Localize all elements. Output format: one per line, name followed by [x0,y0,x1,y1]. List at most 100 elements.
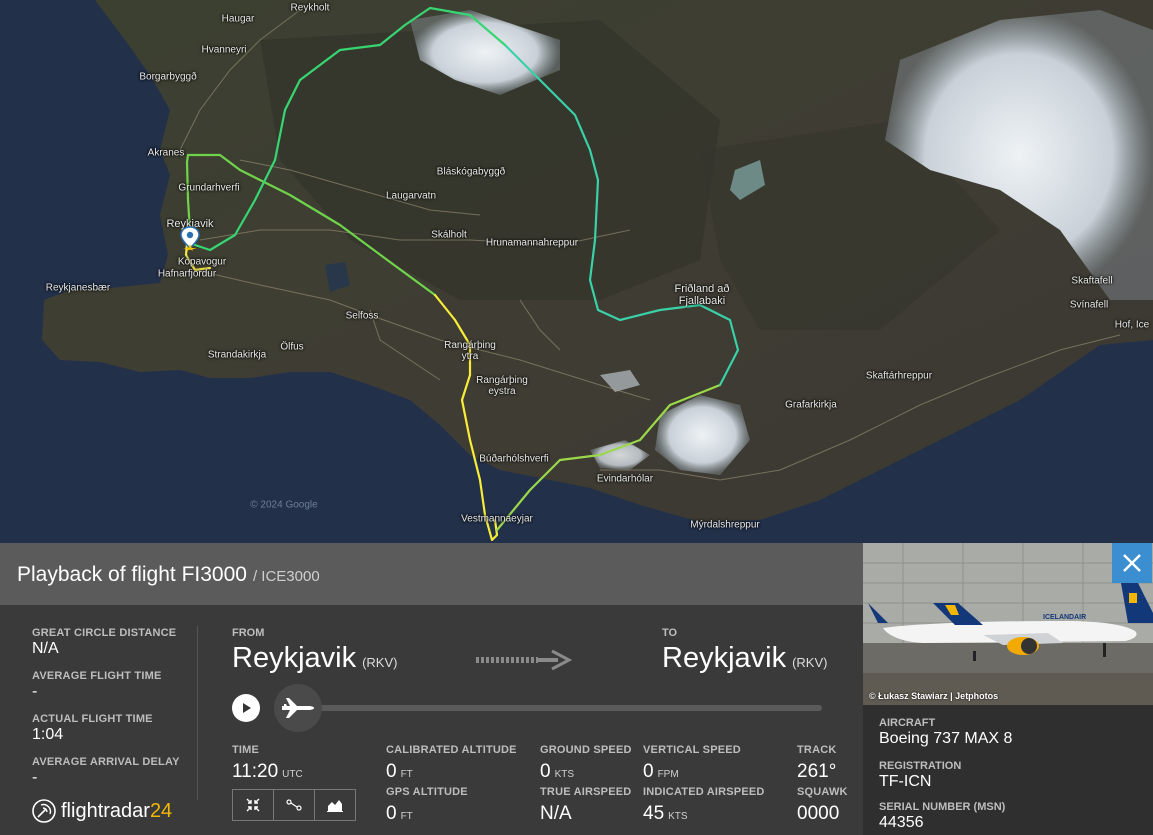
place-label: Vestmannaeyjar [461,513,533,525]
map-copyright: © 2024 Google [250,499,318,511]
serial-number-label: SERIAL NUMBER (MSN) [879,801,1006,813]
place-label: Hafnarfjordur [157,268,217,280]
vertical-speed-unit: FPM [657,769,679,780]
origin-code: (RKV) [362,655,398,670]
squawk-label: SQUAWK [797,786,848,798]
place-label: Haugar [221,13,255,25]
aircraft-photo[interactable]: ICELANDAIR © Łukasz Stawiarz | Jetphotos [863,543,1153,705]
place-label: Hof, Ice [1114,319,1150,331]
place-label: Reykjanesbær [45,282,111,294]
calibrated-altitude-unit: FT [400,769,413,780]
place-label: Borgarbyggð [139,71,197,83]
origin-city-name: Reykjavik [232,642,357,674]
true-airspeed-value: N/A [540,803,572,824]
place-label: Hvanneyri [201,44,247,56]
great-circle-label: GREAT CIRCLE DISTANCE [32,627,177,639]
vertical-speed-value: 0 [643,761,654,782]
place-label: Friðland að Fjallabaki [674,283,730,307]
place-label: Akranes [147,147,185,159]
place-label: Rangárþing eystra [476,375,528,397]
time-label: TIME [232,744,260,756]
airplane-icon [282,698,314,718]
indicated-airspeed-label: INDICATED AIRSPEED [643,786,765,798]
place-label: Mýrdalshreppur [690,519,760,531]
area-chart-icon [327,800,343,812]
flight-title: Playback of flight FI3000 [17,563,247,586]
close-button[interactable] [1112,543,1152,583]
ground-speed-value: 0 [540,761,551,782]
avg-arrival-delay-value: - [32,769,38,786]
to-label: TO [662,627,678,639]
gps-altitude-unit: FT [400,811,413,822]
place-label: Laugarvatn [385,190,437,202]
time-value: 11:20 [232,761,279,782]
true-airspeed-label: TRUE AIRSPEED [540,786,632,798]
route-view-button[interactable] [273,789,315,821]
vertical-speed-label: VERTICAL SPEED [643,744,741,756]
indicated-airspeed-value: 45 [643,803,665,824]
route-path-icon [286,799,302,811]
gps-altitude-readout: 0 FT [386,803,413,825]
calibrated-altitude-label: CALIBRATED ALTITUDE [386,744,517,756]
callsign: / ICE3000 [252,568,320,585]
brand-name: flightradar24 [61,800,172,823]
aircraft-label: AIRCRAFT [879,717,936,729]
flightradar24-logo: flightradar24 [32,799,172,823]
flight-info-panel: Playback of flight FI3000 / ICE3000 GREAT… [0,543,863,835]
aircraft-photo-image: ICELANDAIR [863,543,1153,705]
indicated-airspeed-readout: 45 KTS [643,803,688,825]
actual-flight-time-label: ACTUAL FLIGHT TIME [32,713,153,725]
divider [197,626,198,800]
place-label: Grafarkirkja [785,399,837,411]
origin-city: Reykjavik (RKV) [232,642,397,675]
close-icon [1123,554,1141,572]
place-label: Bláskógabyggð [436,166,506,178]
avg-arrival-delay-label: AVERAGE ARRIVAL DELAY [32,756,180,768]
avg-flight-time-label: AVERAGE FLIGHT TIME [32,670,162,682]
flight-map[interactable]: Haugar Reykholt Hvanneyri Borgarbyggð Ak… [0,0,1153,545]
gps-altitude-label: GPS ALTITUDE [386,786,468,798]
destination-city-name: Reykjavik [662,642,787,674]
collapse-arrows-icon [246,798,260,812]
from-label: FROM [232,627,265,639]
serial-number-value: 44356 [879,814,924,831]
calibrated-altitude-value: 0 [386,761,397,782]
location-pin-icon [180,226,200,251]
track-label: TRACK [797,744,837,756]
playback-timeline[interactable] [300,705,822,711]
graph-view-button[interactable] [314,789,356,821]
place-label: Grundarhverfi [178,182,240,194]
brand-suffix: 24 [149,799,173,822]
squawk-value: 0000 [797,803,840,824]
playback-scrubber[interactable] [274,684,322,732]
radar-logo-icon [32,799,56,823]
place-label: Evindarhólar [596,473,654,485]
time-unit: UTC [282,769,303,780]
destination-city: Reykjavik (RKV) [662,642,827,675]
place-label: Búðarhólshverfi [479,453,549,465]
place-label: Strandakirkja [207,349,267,361]
play-button[interactable] [232,694,260,722]
panel-header: Playback of flight FI3000 / ICE3000 [0,543,863,605]
livery-text: ICELANDAIR [1043,614,1086,621]
play-icon [243,703,251,713]
track-value: 261° [797,761,837,782]
time-readout: 11:20 UTC [232,761,303,783]
actual-flight-time-value: 1:04 [32,726,64,743]
place-label: Selfoss [345,310,379,322]
great-circle-value: N/A [32,640,59,657]
registration-value: TF-ICN [879,773,932,790]
place-label: Skaftárhreppur [865,370,933,382]
aircraft-value: Boeing 737 MAX 8 [879,730,1013,747]
registration-label: REGISTRATION [879,760,962,772]
brand-prefix: flightradar [61,799,150,822]
page-title: Playback of flight FI3000 / ICE3000 [17,563,320,587]
collapse-view-button[interactable] [232,789,274,821]
place-label: Reykholt [290,2,330,14]
place-label: Rangárþing ytra [444,340,496,362]
place-label: Svínafell [1069,299,1109,311]
indicated-airspeed-unit: KTS [668,811,688,822]
aircraft-card: ICELANDAIR © Łukasz Stawiarz | Jetphotos… [863,543,1153,835]
calibrated-altitude-readout: 0 FT [386,761,413,783]
photo-credit[interactable]: © Łukasz Stawiarz | Jetphotos [869,691,998,701]
